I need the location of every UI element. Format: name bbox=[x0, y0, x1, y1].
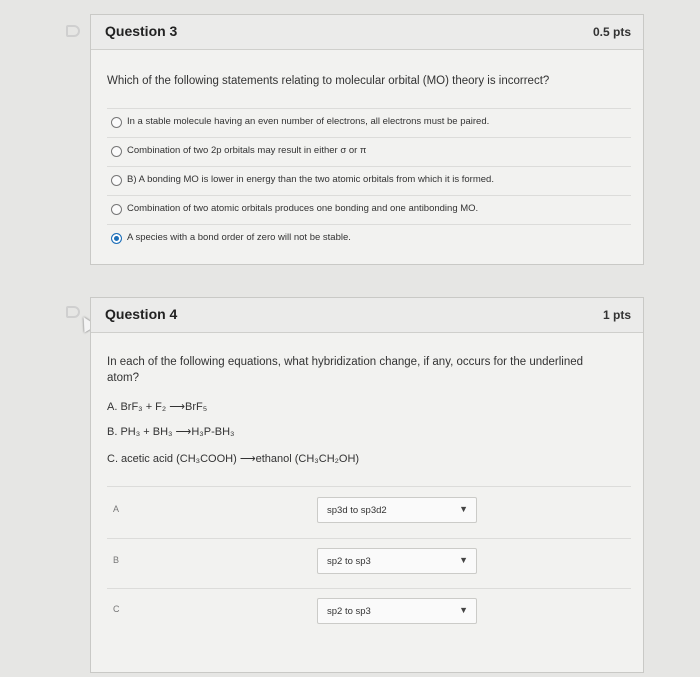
answer-option[interactable]: A species with a bond order of zero will… bbox=[107, 224, 631, 253]
equation-c: C. acetic acid (CH₃COOH) ⟶ethanol (CH₃CH… bbox=[107, 453, 360, 465]
question-prompt: Which of the following statements relati… bbox=[107, 75, 550, 87]
dropdown-value: sp2 to sp3 bbox=[327, 556, 371, 567]
equation-a: A. BrF₃ + F₂ ⟶BrF₅ bbox=[107, 401, 208, 413]
radio-button[interactable] bbox=[111, 146, 122, 157]
radio-button[interactable] bbox=[111, 117, 122, 128]
question-title: Question 4 bbox=[105, 306, 178, 322]
answer-option[interactable]: In a stable molecule having an even numb… bbox=[107, 108, 631, 137]
answer-option[interactable]: B) A bonding MO is lower in energy than … bbox=[107, 166, 631, 195]
chevron-down-icon: ▼ bbox=[459, 605, 468, 615]
match-label-c: C bbox=[113, 604, 120, 614]
radio-button[interactable] bbox=[111, 204, 122, 215]
answer-label: Combination of two atomic orbitals produ… bbox=[127, 203, 479, 214]
chevron-down-icon: ▼ bbox=[459, 504, 468, 514]
answer-option[interactable]: Combination of two 2p orbitals may resul… bbox=[107, 137, 631, 166]
radio-button[interactable] bbox=[111, 175, 122, 186]
question-points: 0.5 pts bbox=[592, 25, 631, 39]
divider bbox=[107, 486, 631, 487]
question-3-card: Question 3 0.5 pts Which of the followin… bbox=[90, 14, 644, 265]
answer-option[interactable]: Combination of two atomic orbitals produ… bbox=[107, 195, 631, 224]
answer-label: In a stable molecule having an even numb… bbox=[127, 116, 490, 127]
question-4-card: Question 4 1 pts In each of the followin… bbox=[90, 297, 644, 673]
answer-label: Combination of two 2p orbitals may resul… bbox=[127, 145, 367, 156]
flag-question-icon[interactable] bbox=[66, 306, 80, 318]
chevron-down-icon: ▼ bbox=[459, 555, 468, 565]
answer-list: In a stable molecule having an even numb… bbox=[107, 108, 631, 253]
question-points: 1 pts bbox=[602, 308, 631, 322]
question-header: Question 4 1 pts bbox=[91, 298, 643, 333]
question-title: Question 3 bbox=[105, 23, 178, 39]
dropdown-select-c[interactable]: sp2 to sp3 ▼ bbox=[317, 598, 477, 624]
dropdown-select-b[interactable]: sp2 to sp3 ▼ bbox=[317, 548, 477, 574]
equation-b: B. PH₃ + BH₃ ⟶H₃P-BH₃ bbox=[107, 426, 235, 438]
match-label-a: A bbox=[113, 504, 120, 514]
match-label-b: B bbox=[113, 555, 120, 565]
answer-label: A species with a bond order of zero will… bbox=[127, 232, 351, 243]
flag-question-icon[interactable] bbox=[66, 25, 80, 37]
divider bbox=[107, 588, 631, 589]
radio-button-selected[interactable] bbox=[111, 233, 122, 244]
question-prompt: In each of the following equations, what… bbox=[107, 356, 584, 384]
dropdown-value: sp3d to sp3d2 bbox=[327, 505, 387, 516]
dropdown-value: sp2 to sp3 bbox=[327, 606, 371, 617]
divider bbox=[107, 538, 631, 539]
question-header: Question 3 0.5 pts bbox=[91, 15, 643, 50]
dropdown-select-a[interactable]: sp3d to sp3d2 ▼ bbox=[317, 497, 477, 523]
answer-label: B) A bonding MO is lower in energy than … bbox=[127, 174, 494, 185]
